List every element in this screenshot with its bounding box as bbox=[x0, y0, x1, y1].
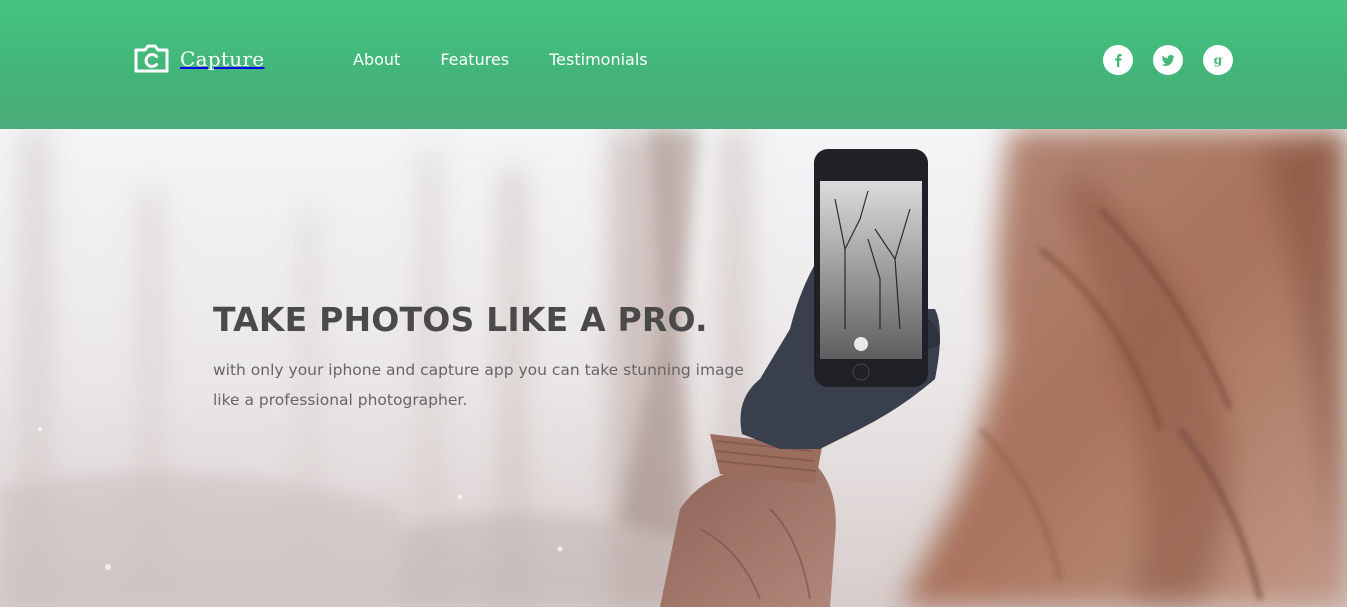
svg-text:g: g bbox=[1214, 53, 1223, 67]
facebook-button[interactable] bbox=[1103, 45, 1133, 75]
twitter-button[interactable] bbox=[1153, 45, 1183, 75]
brand-name: Capture bbox=[180, 46, 265, 71]
twitter-icon bbox=[1161, 55, 1175, 66]
site-header: Capture About Features Testimonials g bbox=[0, 0, 1347, 129]
google-plus-icon: g bbox=[1214, 53, 1223, 67]
google-plus-button[interactable]: g bbox=[1203, 45, 1233, 75]
hero-text-block: TAKE PHOTOS LIKE A PRO. with only your i… bbox=[213, 300, 773, 415]
facebook-icon bbox=[1115, 54, 1122, 67]
hero-section: TAKE PHOTOS LIKE A PRO. with only your i… bbox=[0, 129, 1347, 607]
main-nav: About Features Testimonials bbox=[353, 49, 648, 71]
hero-subtitle: with only your iphone and capture app yo… bbox=[213, 361, 744, 409]
nav-testimonials[interactable]: Testimonials bbox=[549, 49, 648, 71]
social-links: g bbox=[1103, 45, 1233, 75]
nav-features[interactable]: Features bbox=[440, 49, 509, 71]
nav-about[interactable]: About bbox=[353, 49, 400, 71]
hero-title: TAKE PHOTOS LIKE A PRO. bbox=[213, 300, 708, 339]
brand-logo-link[interactable]: Capture bbox=[133, 44, 264, 73]
camera-c-icon bbox=[134, 44, 169, 73]
